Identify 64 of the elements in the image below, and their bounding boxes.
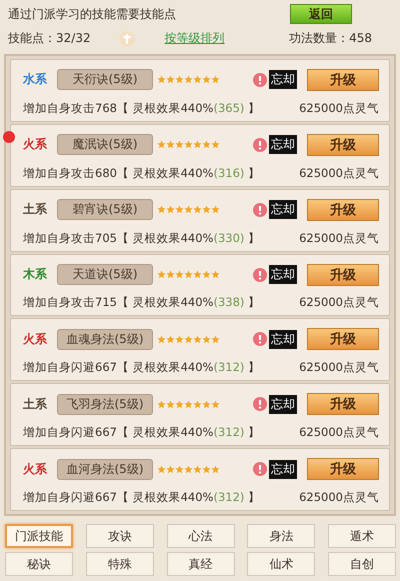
- category-tab[interactable]: 真经: [166, 552, 234, 576]
- category-tab[interactable]: 仙术: [247, 552, 316, 576]
- cost-text: 625000点灵气: [299, 425, 379, 440]
- warning-icon: [253, 397, 267, 412]
- upgrade-button[interactable]: 升级: [307, 264, 379, 286]
- plus-coin-icon[interactable]: [118, 30, 135, 46]
- forget-button[interactable]: 忘却: [269, 70, 297, 90]
- category-tab[interactable]: 身法: [247, 524, 316, 548]
- category-tab[interactable]: 特殊: [86, 552, 154, 576]
- cost-text: 625000点灵气: [299, 166, 379, 181]
- upgrade-button[interactable]: 升级: [307, 134, 379, 156]
- warning-icon: [253, 268, 267, 282]
- skill-name: 魔泯诀(5级): [57, 134, 153, 156]
- element-label: 水系: [23, 71, 48, 88]
- warning-icon: [253, 72, 267, 87]
- skill-name: 飞羽身法(5级): [57, 394, 153, 415]
- category-tab[interactable]: 攻诀: [86, 524, 154, 548]
- warning-icon: [253, 332, 267, 346]
- back-button[interactable]: 返回: [290, 4, 352, 24]
- category-tab[interactable]: 门派技能: [5, 524, 73, 548]
- cost-text: 625000点灵气: [299, 230, 379, 246]
- forget-button[interactable]: 忘却: [269, 135, 297, 154]
- warning-icon: [253, 462, 267, 476]
- upgrade-button[interactable]: 升级: [307, 393, 379, 416]
- upgrade-button[interactable]: 升级: [307, 458, 379, 480]
- forget-button[interactable]: 忘却: [269, 394, 297, 414]
- skill-points-text: 技能点：32/32: [8, 30, 91, 47]
- skill-name: 天衍诀(5级): [57, 69, 153, 90]
- effect-text: 增加自身闪避667【 灵根效果440%(312) 】: [23, 425, 260, 440]
- count-text: 功法数量：458: [289, 30, 372, 47]
- cost-text: 625000点灵气: [299, 360, 379, 376]
- element-label: 火系: [23, 330, 48, 348]
- upgrade-button[interactable]: 升级: [307, 198, 379, 221]
- effect-text: 增加自身闪避667【 灵根效果440%(312) 】: [23, 360, 260, 376]
- element-label: 火系: [23, 136, 48, 154]
- upgrade-button[interactable]: 升级: [307, 68, 379, 91]
- forget-button[interactable]: 忘却: [269, 330, 297, 349]
- category-tab[interactable]: 秘诀: [5, 552, 73, 576]
- category-tab[interactable]: 心法: [166, 524, 234, 548]
- skill-name: 血魂身法(5级): [57, 328, 153, 350]
- effect-text: 增加自身攻击680【 灵根效果440%(316) 】: [23, 166, 260, 181]
- category-tab[interactable]: 遁术: [328, 524, 396, 548]
- element-label: 火系: [23, 460, 48, 478]
- skill-name: 碧宵诀(5级): [57, 199, 153, 220]
- cost-text: 625000点灵气: [299, 295, 379, 310]
- effect-text: 增加自身攻击715【 灵根效果440%(338) 】: [23, 295, 260, 310]
- element-label: 木系: [23, 266, 48, 284]
- upgrade-button[interactable]: 升级: [307, 328, 379, 350]
- element-label: 土系: [23, 201, 48, 218]
- forget-button[interactable]: 忘却: [269, 460, 297, 479]
- forget-button[interactable]: 忘却: [269, 200, 297, 220]
- warning-icon: [253, 138, 267, 152]
- effect-text: 增加自身闪避667【 灵根效果440%(312) 】: [23, 490, 260, 506]
- warning-icon: [253, 202, 267, 217]
- skill-name: 天道诀(5级): [57, 264, 153, 286]
- cost-text: 625000点灵气: [299, 100, 379, 116]
- forget-button[interactable]: 忘却: [269, 265, 297, 284]
- skill-name: 血河身法(5级): [57, 458, 153, 480]
- element-label: 土系: [23, 396, 48, 413]
- effect-text: 增加自身攻击768【 灵根效果440%(365) 】: [23, 100, 260, 116]
- notice-text: 通过门派学习的技能需要技能点: [8, 6, 176, 22]
- effect-text: 增加自身攻击705【 灵根效果440%(330) 】: [23, 230, 260, 246]
- cost-text: 625000点灵气: [299, 490, 379, 506]
- category-tab[interactable]: 自创: [328, 552, 396, 576]
